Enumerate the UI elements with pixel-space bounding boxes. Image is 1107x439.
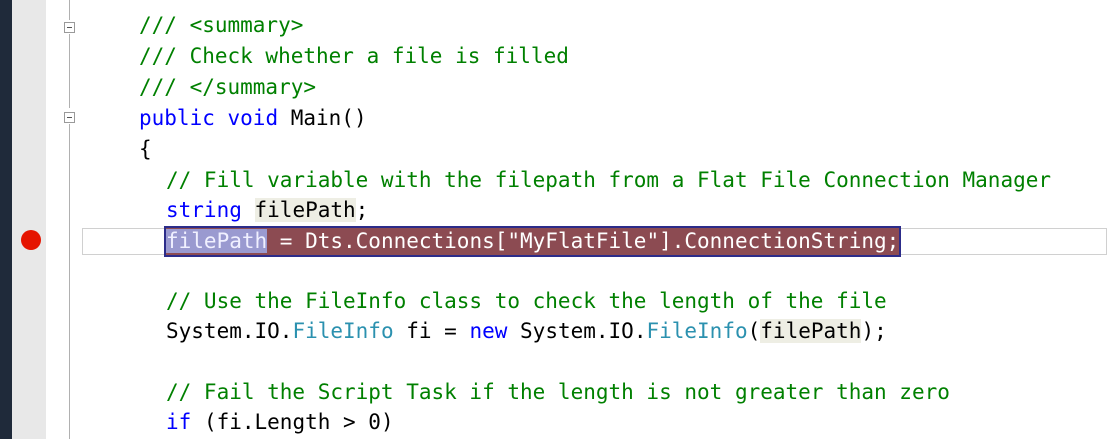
code-line-comment-fileinfo[interactable]: // Use the FileInfo class to check the l… (166, 286, 887, 316)
code-token: void (227, 106, 279, 130)
code-line-summary-open[interactable]: /// <summary> (139, 10, 303, 40)
editor-left-edge (0, 0, 12, 439)
code-token: = Dts.Connections[ (267, 229, 508, 253)
outline-guide (69, 34, 70, 108)
code-token: "MyFlatFile" (507, 229, 660, 253)
code-token: public (139, 106, 215, 130)
code-token: /// </summary> (139, 75, 317, 99)
code-token: new (469, 319, 508, 343)
code-token: string (166, 198, 242, 222)
code-token: { (139, 137, 152, 161)
code-line-fileinfo-decl[interactable]: System.IO.FileInfo fi = new System.IO.Fi… (166, 316, 887, 346)
code-line-if-length[interactable]: if (fi.Length > 0) (166, 407, 394, 437)
code-token: ( (747, 319, 761, 343)
code-line-comment-fail[interactable]: // Fail the Script Task if the length is… (166, 377, 950, 407)
breakpoint-margin[interactable] (12, 0, 46, 439)
code-token: filePath (166, 229, 268, 253)
code-token: if (166, 410, 192, 434)
code-token: ; (355, 198, 369, 222)
outline-guide (69, 124, 70, 439)
code-token: FileInfo (292, 319, 394, 343)
code-token: FileInfo (646, 319, 748, 343)
code-line-comment-fill[interactable]: // Fill variable with the filepath from … (166, 165, 1051, 195)
code-token: ); (861, 319, 887, 343)
code-token: /// Check whether a file is filled (139, 44, 569, 68)
code-token: ].ConnectionString; (659, 229, 900, 253)
collapse-summary-icon[interactable] (64, 22, 75, 33)
code-line-declare-filepath[interactable]: string filePath; (166, 195, 368, 225)
code-token: filePath (760, 319, 862, 343)
code-token: // Fail the Script Task if the length is… (166, 380, 950, 404)
code-line-open-brace[interactable]: { (139, 134, 152, 164)
code-token: /// <summary> (139, 13, 304, 37)
code-line-summary-text[interactable]: /// Check whether a file is filled (139, 41, 569, 71)
code-token: System.IO. (166, 319, 293, 343)
outlining-margin (46, 0, 86, 439)
code-token: filePath (254, 198, 356, 222)
collapse-method-icon[interactable] (64, 112, 75, 123)
code-line-method-signature[interactable]: public void Main() (139, 103, 367, 133)
selected-statement[interactable]: filePath = Dts.Connections["MyFlatFile"]… (163, 226, 902, 257)
code-line-summary-close[interactable]: /// </summary> (139, 72, 316, 102)
code-token: Main() (278, 106, 367, 130)
breakpoint-icon[interactable] (21, 230, 41, 250)
code-token: fi = (393, 319, 470, 343)
code-line-assign-filepath[interactable]: filePath = Dts.Connections["MyFlatFile"]… (163, 226, 902, 257)
code-token: System.IO. (507, 319, 647, 343)
code-token: // Use the FileInfo class to check the l… (166, 289, 887, 313)
code-token: // Fill variable with the filepath from … (166, 168, 1052, 192)
outline-guide (69, 0, 70, 20)
code-token: (fi.Length > 0) (191, 410, 394, 434)
